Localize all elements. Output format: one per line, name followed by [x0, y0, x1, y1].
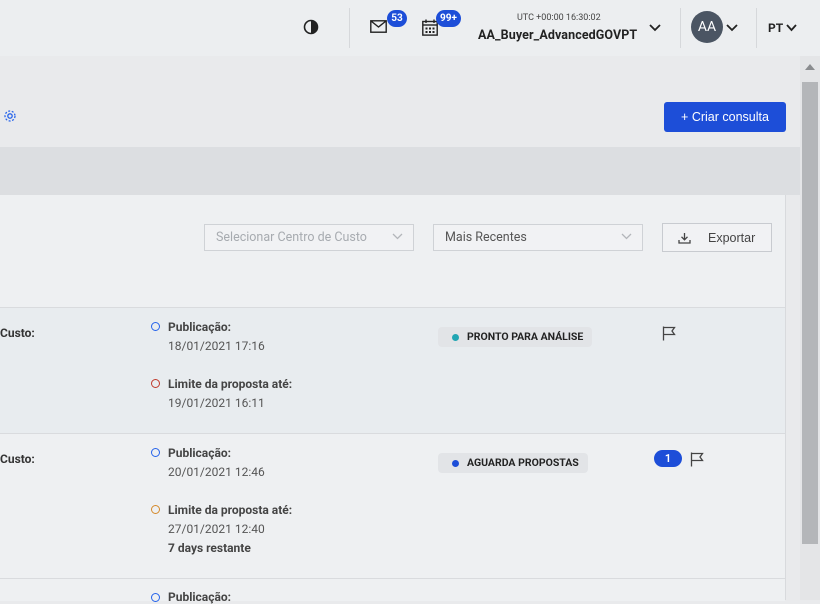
publication-date: 20/01/2021 12:46	[168, 465, 265, 479]
remaining-time: 7 days restante	[168, 541, 251, 555]
messages-badge: 53	[387, 10, 407, 27]
download-icon	[678, 233, 691, 244]
chevron-down-icon[interactable]	[726, 24, 738, 32]
header-divider	[756, 8, 757, 48]
cost-center-label: Custo:	[0, 452, 35, 466]
chevron-down-icon[interactable]	[786, 24, 797, 32]
scrollbar-thumb[interactable]	[802, 82, 818, 544]
header-divider	[349, 8, 350, 48]
status-dot	[452, 460, 459, 467]
table-row[interactable]	[0, 578, 785, 601]
deadline-date: 19/01/2021 16:11	[168, 396, 265, 410]
flag-icon[interactable]	[690, 452, 704, 467]
sort-select[interactable]: Mais Recentes	[433, 224, 643, 251]
status-text: PRONTO PARA ANÁLISE	[467, 330, 584, 343]
contrast-icon[interactable]	[303, 19, 319, 35]
export-button[interactable]: Exportar	[662, 223, 772, 252]
proposal-count-badge: 1	[654, 450, 682, 467]
publication-status-icon	[151, 322, 160, 331]
deadline-label: Limite da proposta até:	[168, 377, 293, 391]
cost-center-select[interactable]: Selecionar Centro de Custo	[204, 224, 414, 251]
clock-text: UTC +00:00 16:30:02	[517, 13, 601, 23]
export-label: Exportar	[708, 231, 756, 245]
chevron-down-icon	[621, 233, 632, 240]
cost-center-label: Custo:	[0, 326, 35, 340]
status-badge: PRONTO PARA ANÁLISE	[438, 327, 593, 347]
avatar[interactable]: AA	[691, 11, 723, 43]
publication-date: 18/01/2021 17:16	[168, 339, 265, 353]
status-badge: AGUARDA PROPOSTAS	[438, 453, 588, 473]
publication-label: Publicação:	[168, 320, 232, 334]
calendar-badge: 99+	[436, 10, 461, 27]
cost-center-placeholder: Selecionar Centro de Custo	[216, 230, 367, 245]
gear-icon[interactable]	[3, 109, 17, 123]
sort-value: Mais Recentes	[445, 230, 527, 245]
username[interactable]: AA_Buyer_AdvancedGOVPT	[478, 28, 637, 43]
create-inquiry-button[interactable]: + Criar consulta	[664, 102, 786, 132]
publication-label: Publicação:	[168, 446, 232, 460]
mail-icon[interactable]	[370, 20, 387, 33]
status-text: AGUARDA PROPOSTAS	[467, 456, 579, 469]
chevron-down-icon[interactable]	[649, 24, 661, 32]
publication-label: Publicação:	[168, 590, 232, 604]
flag-icon[interactable]	[662, 326, 676, 341]
deadline-date: 27/01/2021 12:40	[168, 522, 265, 536]
header-divider	[680, 8, 681, 48]
scroll-up-icon[interactable]	[805, 64, 815, 70]
section-band	[0, 147, 800, 195]
language-selector[interactable]: PT	[768, 21, 783, 35]
publication-status-icon	[151, 593, 160, 602]
chevron-down-icon	[392, 233, 403, 240]
deadline-label: Limite da proposta até:	[168, 503, 293, 517]
status-dot	[452, 334, 459, 341]
deadline-status-icon	[151, 505, 160, 514]
deadline-status-icon	[151, 379, 160, 388]
publication-status-icon	[151, 448, 160, 457]
